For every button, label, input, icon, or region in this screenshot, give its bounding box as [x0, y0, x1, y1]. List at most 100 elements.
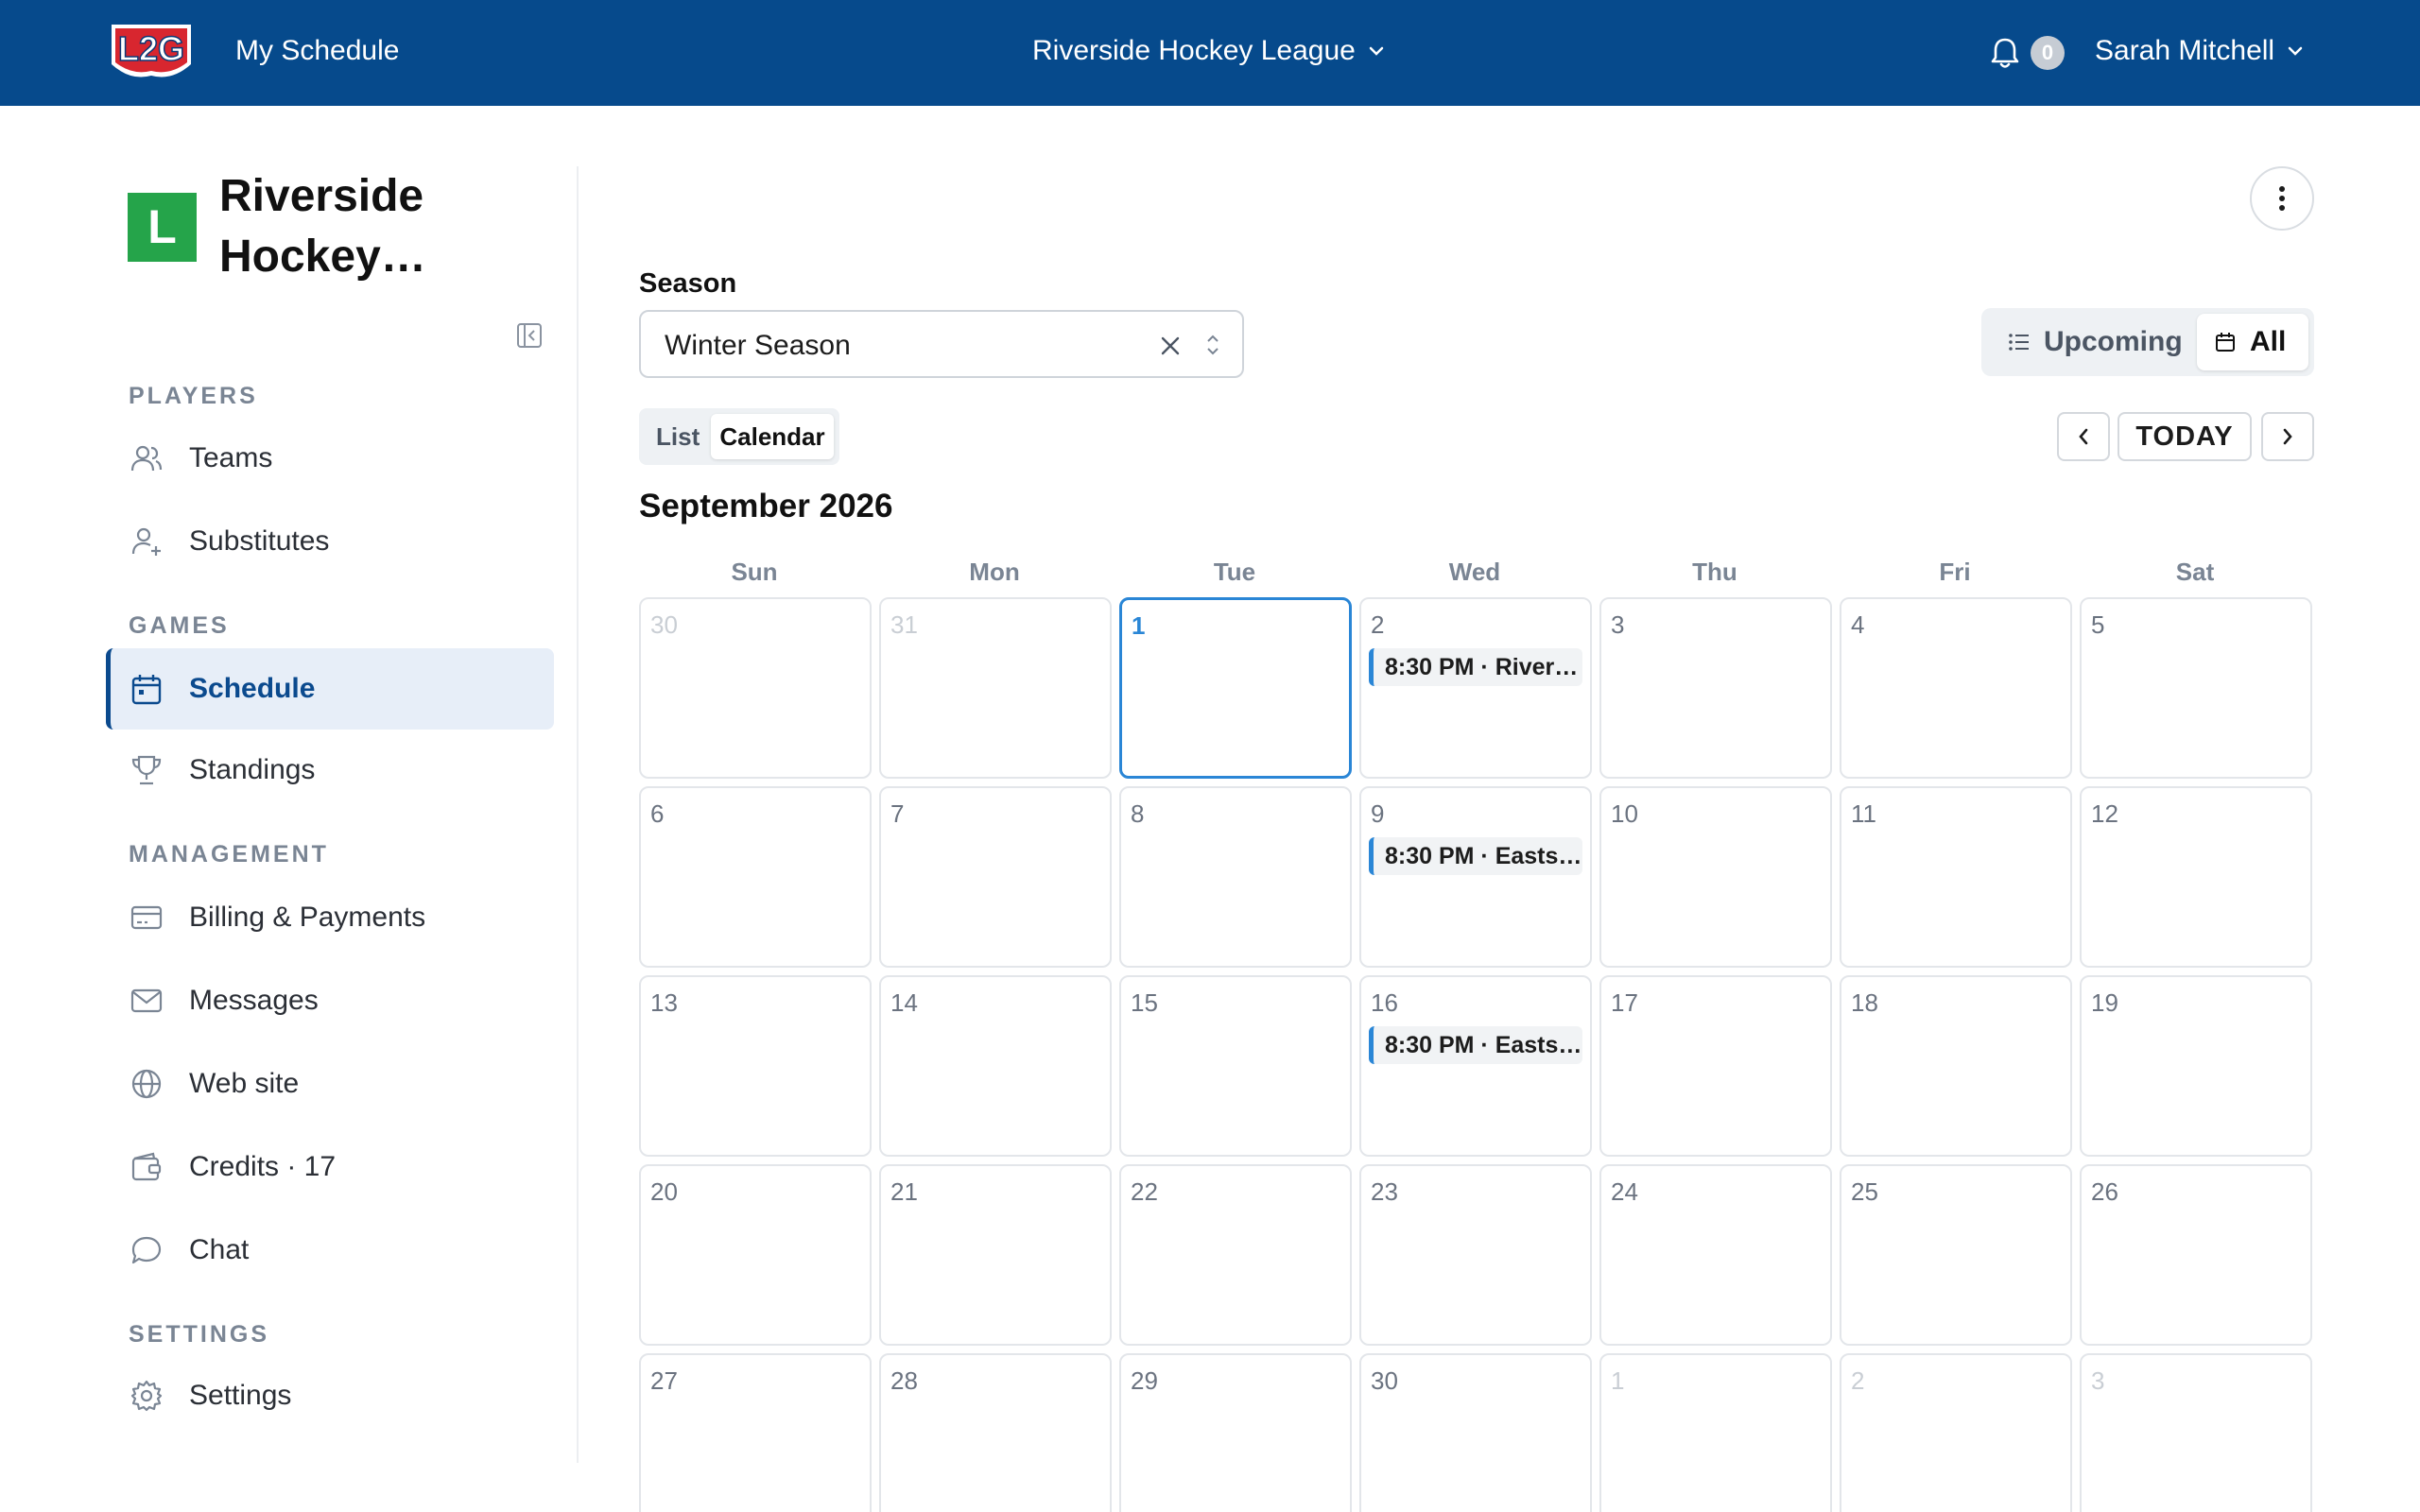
sidebar-item-messages[interactable]: Messages [106, 960, 554, 1041]
sidebar-item-label: Substitutes [189, 525, 330, 557]
globe-icon [131, 1069, 162, 1099]
calendar-day[interactable]: 3 [1599, 597, 1832, 779]
calendar-event[interactable]: 8:30 PM · Riverside Rangers vs Northside… [1369, 648, 1582, 686]
sidebar-item-label: Web site [189, 1068, 300, 1099]
calendar-event[interactable]: 8:30 PM · Eastside Eagles vs Riverside R… [1369, 837, 1582, 875]
today-button[interactable]: TODAY [2118, 412, 2252, 461]
my-schedule-link[interactable]: My Schedule [235, 32, 399, 70]
day-number: 8 [1131, 799, 1145, 828]
range-all-button[interactable]: All [2197, 314, 2308, 370]
calendar-day[interactable]: 27 [639, 1353, 872, 1512]
calendar-day[interactable]: 2 [1840, 1353, 2072, 1512]
calendar-day[interactable]: 14 [879, 975, 1112, 1157]
calendar-day[interactable]: 13 [639, 975, 872, 1157]
month-title: September 2026 [639, 488, 893, 524]
chevron-down-icon [1369, 46, 1384, 56]
chevron-down-icon [2288, 46, 2303, 56]
league-name: Riverside Hockey League [1032, 35, 1356, 66]
calendar-day[interactable]: 9 8:30 PM · Eastside Eagles vs Riverside … [1359, 786, 1592, 968]
sidebar-item-credits[interactable]: Credits · 17 [106, 1126, 554, 1208]
trophy-icon [131, 755, 162, 785]
bell-icon[interactable] [1989, 36, 2021, 70]
day-number: 13 [650, 988, 678, 1017]
calendar-day[interactable]: 23 [1359, 1164, 1592, 1346]
calendar-day[interactable]: 4 [1840, 597, 2072, 779]
day-number: 31 [890, 610, 918, 639]
season-select[interactable]: Winter Season [639, 310, 1244, 378]
org-name: Riverside Hockey… [219, 171, 426, 282]
collapse-sidebar-icon[interactable] [515, 321, 544, 350]
day-number: 12 [2091, 799, 2118, 828]
calendar-day[interactable]: 30 [1359, 1353, 1592, 1512]
chevron-up-down-icon [1207, 335, 1219, 355]
league-logo[interactable]: L2G [106, 19, 197, 83]
calendar-day[interactable]: 17 [1599, 975, 1832, 1157]
day-number: 4 [1851, 610, 1865, 639]
user-name: Sarah Mitchell [2095, 35, 2275, 66]
calendar-day[interactable]: 2 8:30 PM · Riverside Rangers vs Northsid… [1359, 597, 1592, 779]
calendar-day[interactable]: 22 [1119, 1164, 1352, 1346]
sidebar-item-teams[interactable]: Teams [106, 418, 554, 499]
sidebar-item-substitutes[interactable]: Substitutes [106, 501, 554, 582]
view-toggle: List Calendar [639, 408, 839, 465]
user-menu[interactable]: Sarah Mitchell [2095, 32, 2305, 70]
sidebar-divider [577, 166, 579, 1463]
day-number: 6 [650, 799, 665, 828]
calendar-day[interactable]: 24 [1599, 1164, 1832, 1346]
calendar-day[interactable]: 18 [1840, 975, 2072, 1157]
view-list-button[interactable]: List [656, 414, 700, 459]
calendar-icon [2216, 333, 2235, 352]
calendar-event[interactable]: 8:30 PM · Eastside Eagles vs Westside Wo… [1369, 1026, 1582, 1064]
weekday-header: Wed [1448, 558, 1501, 586]
calendar-day-today[interactable]: 1 [1119, 597, 1352, 779]
calendar-day[interactable]: 20 [639, 1164, 872, 1346]
day-number: 25 [1851, 1177, 1878, 1206]
more-options-button[interactable] [2250, 166, 2314, 231]
calendar-day[interactable]: 11 [1840, 786, 2072, 968]
org-avatar: L [128, 193, 197, 262]
close-icon[interactable] [1159, 335, 1182, 357]
sidebar-item-website[interactable]: Web site [106, 1043, 554, 1125]
calendar-day[interactable]: 3 [2080, 1353, 2312, 1512]
calendar-day[interactable]: 26 [2080, 1164, 2312, 1346]
gear-icon [130, 1380, 163, 1412]
sidebar-item-label: Standings [189, 754, 316, 785]
range-upcoming-button[interactable]: Upcoming [2008, 314, 2183, 370]
day-number: 26 [2091, 1177, 2118, 1206]
calendar-day[interactable]: 31 [879, 597, 1112, 779]
sidebar-item-standings[interactable]: Standings [106, 730, 554, 811]
sidebar-item-chat[interactable]: Chat [106, 1210, 554, 1291]
day-number: 28 [890, 1366, 918, 1395]
sidebar-item-settings[interactable]: Settings [106, 1355, 554, 1436]
view-calendar-button[interactable]: Calendar [711, 414, 834, 459]
day-number: 14 [890, 988, 918, 1017]
calendar-day[interactable]: 12 [2080, 786, 2312, 968]
calendar-day[interactable]: 15 [1119, 975, 1352, 1157]
weekday-header: Sun [731, 558, 778, 586]
calendar-day[interactable]: 19 [2080, 975, 2312, 1157]
calendar-day[interactable]: 8 [1119, 786, 1352, 968]
league-switcher[interactable]: Riverside Hockey League [1032, 32, 1386, 70]
calendar-day[interactable]: 6 [639, 786, 872, 968]
calendar-day[interactable]: 10 [1599, 786, 1832, 968]
day-number: 11 [1851, 799, 1876, 828]
weekday-header: Thu [1692, 558, 1737, 586]
next-month-button[interactable] [2261, 412, 2314, 461]
section-label-management: MANAGEMENT [129, 841, 329, 868]
calendar-day[interactable]: 29 [1119, 1353, 1352, 1512]
calendar-day[interactable]: 30 [639, 597, 872, 779]
section-label-games: GAMES [129, 612, 230, 639]
calendar-day[interactable]: 28 [879, 1353, 1112, 1512]
calendar-day[interactable]: 1 [1599, 1353, 1832, 1512]
calendar-day[interactable]: 21 [879, 1164, 1112, 1346]
calendar-day[interactable]: 25 [1840, 1164, 2072, 1346]
calendar-day[interactable]: 7 [879, 786, 1112, 968]
credit-card-icon [130, 905, 163, 930]
chevron-left-icon [2079, 428, 2088, 445]
calendar-day[interactable]: 16 8:30 PM · Eastside Eagles vs Westside … [1359, 975, 1592, 1157]
previous-month-button[interactable] [2057, 412, 2110, 461]
calendar-day[interactable]: 5 [2080, 597, 2312, 779]
day-number: 10 [1611, 799, 1638, 828]
sidebar-item-billing[interactable]: Billing & Payments [106, 877, 554, 958]
sidebar-item-schedule[interactable]: Schedule [106, 648, 554, 730]
